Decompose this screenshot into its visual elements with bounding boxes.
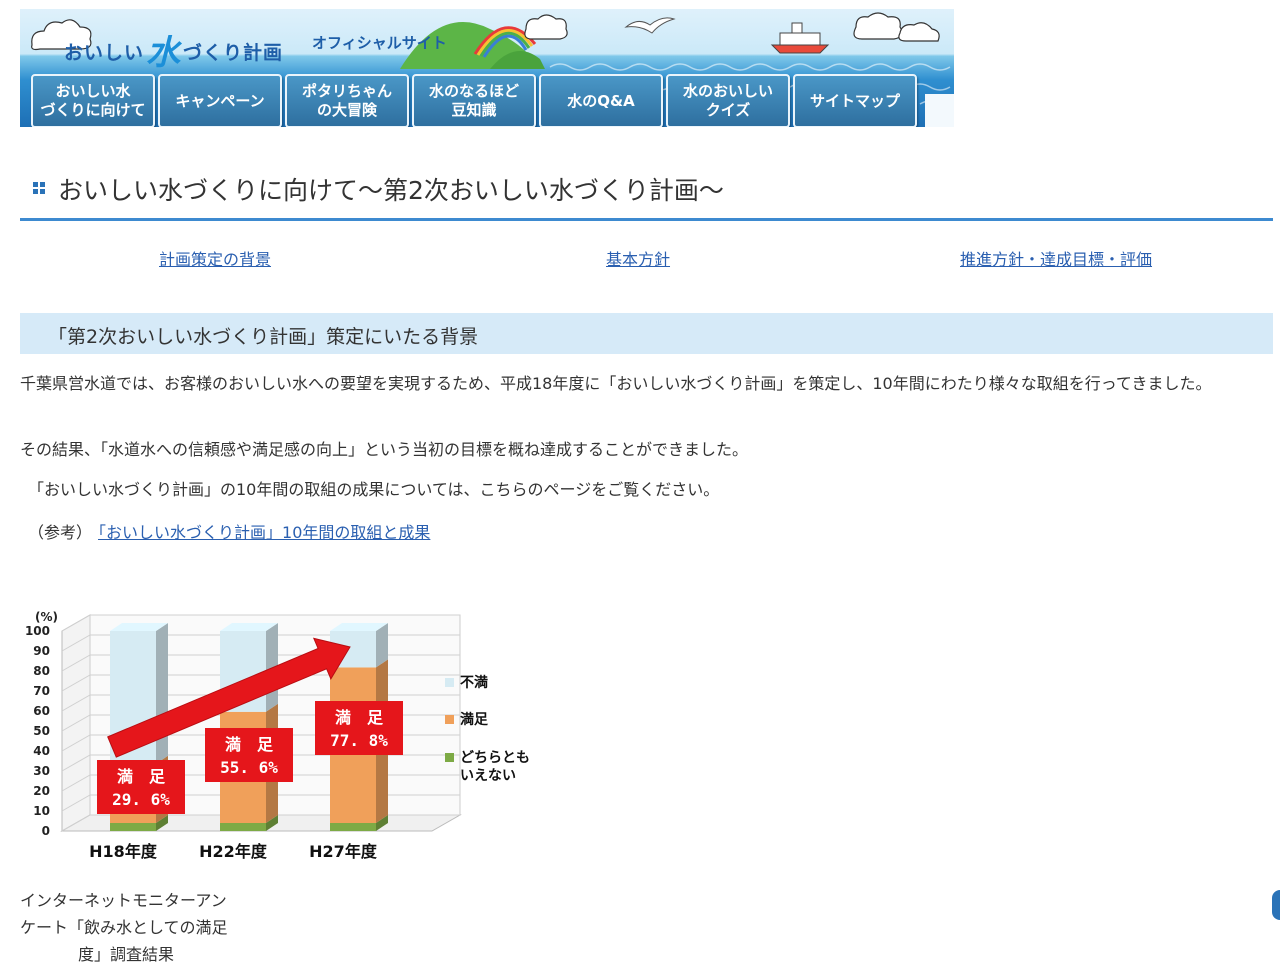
page-title-text: おいしい水づくりに向けて〜第2次おいしい水づくり計画〜 <box>58 176 724 205</box>
y-tick-label: 100 <box>25 624 50 638</box>
sublink-basic-policy[interactable]: 基本方針 <box>606 246 670 270</box>
sublink-background[interactable]: 計画策定の背景 <box>159 246 271 270</box>
y-tick-label: 0 <box>42 824 50 838</box>
site-logo[interactable]: おいしい水 づくり計画 <box>64 25 283 74</box>
caption-line: ケート「飲み水としての満足 <box>20 918 228 937</box>
title-bullet-icon <box>33 182 47 196</box>
x-tick-label: H22年度 <box>199 842 268 861</box>
y-tick-label: 90 <box>33 644 50 658</box>
page-title: おいしい水づくりに向けて〜第2次おいしい水づくり計画〜 <box>33 171 724 207</box>
annotation-value: 29. 6% <box>112 790 170 809</box>
site-subtitle: オフィシャルサイト <box>312 34 447 52</box>
body-paragraph: 千葉県営水道では、お客様のおいしい水への要望を実現するため、平成18年度に「おい… <box>20 374 1212 393</box>
y-tick-label: 20 <box>33 784 50 798</box>
page-top-button[interactable] <box>1272 890 1280 920</box>
y-tick-label: 10 <box>33 804 50 818</box>
y-tick-label: 80 <box>33 664 50 678</box>
nav-item-sitemap[interactable]: サイトマップ <box>793 74 917 127</box>
section-heading-bar: 「第2次おいしい水づくり計画」策定にいたる背景 <box>20 313 1273 354</box>
y-tick-label: 60 <box>33 704 50 718</box>
legend-swatch <box>445 715 454 724</box>
legend-swatch <box>445 678 454 687</box>
title-divider <box>20 218 1273 221</box>
legend-label: どちらとも <box>460 750 530 766</box>
sublink-targets[interactable]: 推進方針・達成目標・評価 <box>960 246 1152 270</box>
y-tick-label: 40 <box>33 744 50 758</box>
x-tick-label: H18年度 <box>89 842 158 861</box>
y-tick-label: 30 <box>33 764 50 778</box>
satisfaction-chart: 0 10 20 30 40 50 60 70 80 90 100(%) H18年度 H22年度 H27年… <box>25 610 530 861</box>
caption-line: インターネットモニターアン <box>20 891 227 910</box>
annotation-label: 満 足 <box>225 735 274 754</box>
x-tick-label: H27年度 <box>309 842 378 861</box>
chart-caption: インターネットモニターアン ケート「飲み水としての満足 度」調査結果 <box>20 887 260 968</box>
nav-item-potari[interactable]: ポタリちゃん の大冒険 <box>285 74 409 127</box>
annotation-label: 満 足 <box>335 708 384 727</box>
bar-segment-neutral <box>220 823 266 831</box>
reference-row: （参考） 「おいしい水づくり計画」10年間の取組と成果 <box>28 519 430 543</box>
logo-text: おいしい <box>64 42 145 64</box>
legend-label: いえない <box>460 768 516 784</box>
caption-line: 度」調査結果 <box>78 945 175 964</box>
body-paragraph: その結果、「水道水への信頼感や満足感の向上」という当初の目標を概ね達成することが… <box>20 440 749 459</box>
body-paragraph: 「おいしい水づくり計画」の10年間の取組の成果については、こちらのページをご覧く… <box>28 480 720 499</box>
y-tick-label: 50 <box>33 724 50 738</box>
logo-water-glyph: 水 <box>146 33 182 73</box>
y-axis-unit: (%) <box>35 610 58 624</box>
site-header-banner: おいしい水 づくり計画 オフィシャルサイト おいしい水 づくりに向けて キャンペー… <box>20 9 954 127</box>
nav-item-quiz[interactable]: 水のおいしい クイズ <box>666 74 790 127</box>
reference-link[interactable]: 「おいしい水づくり計画」10年間の取組と成果 <box>98 523 430 542</box>
legend-label: 満足 <box>460 711 489 728</box>
section-title: 「第2次おいしい水づくり計画」策定にいたる背景 <box>48 326 479 348</box>
bar-segment-neutral <box>330 823 376 831</box>
nav-item-campaign[interactable]: キャンペーン <box>158 74 282 127</box>
annotation-value: 55. 6% <box>220 758 278 777</box>
bar-segment-neutral <box>110 823 156 831</box>
reference-label: （参考） <box>28 523 93 542</box>
annotation-value: 77. 8% <box>330 731 388 750</box>
logo-text: づくり計画 <box>183 42 284 64</box>
bar-side <box>156 623 168 764</box>
y-tick-label: 70 <box>33 684 50 698</box>
nav-item-trivia[interactable]: 水のなるほど 豆知識 <box>412 74 536 127</box>
legend-swatch <box>445 753 454 762</box>
seagull-icon <box>624 17 676 34</box>
annotation-label: 満 足 <box>117 767 166 786</box>
chart-y-ticks: 0 10 20 30 40 50 60 70 80 90 100(%) <box>25 610 58 838</box>
nav-item-oishii-mizu[interactable]: おいしい水 づくりに向けて <box>31 74 155 127</box>
nav-item-qa[interactable]: 水のQ&A <box>539 74 663 127</box>
chart-x-labels: H18年度 H22年度 H27年度 <box>89 842 378 861</box>
legend-label: 不満 <box>460 674 488 691</box>
boat-icon <box>770 22 830 54</box>
